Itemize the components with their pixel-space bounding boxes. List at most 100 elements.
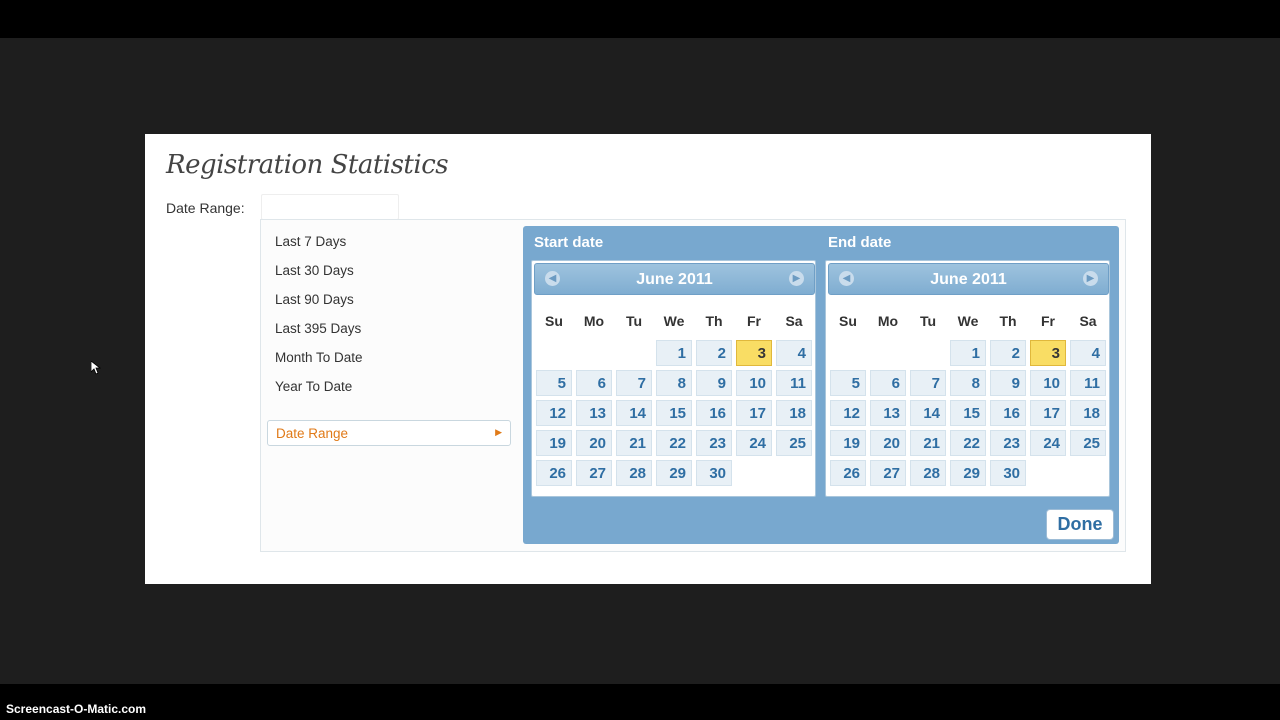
- preset-last-30-days[interactable]: Last 30 Days: [275, 263, 354, 278]
- calendar-day[interactable]: 24: [736, 430, 772, 456]
- weekday-header: We: [663, 313, 685, 329]
- date-range-input[interactable]: [261, 194, 399, 220]
- calendar-day[interactable]: 8: [950, 370, 986, 396]
- chevron-right-icon[interactable]: ▶: [1083, 271, 1098, 286]
- calendar-panel: Start date ◀ June 2011 ▶ Su Mo Tu We Th Fr Sa 1…: [523, 226, 1119, 544]
- start-date-title: Start date: [534, 234, 604, 251]
- weekday-header: Tu: [919, 313, 937, 329]
- calendar-day[interactable]: 20: [576, 430, 612, 456]
- calendar-day[interactable]: 26: [830, 460, 866, 486]
- calendar-day[interactable]: 12: [536, 400, 572, 426]
- video-top-bar: [0, 0, 1280, 38]
- calendar-day[interactable]: 2: [696, 340, 732, 366]
- calendar-day[interactable]: 13: [870, 400, 906, 426]
- calendar-day[interactable]: 18: [776, 400, 812, 426]
- start-calendar-header: ◀ June 2011 ▶: [534, 263, 815, 295]
- calendar-day[interactable]: 30: [696, 460, 732, 486]
- calendar-day[interactable]: 29: [950, 460, 986, 486]
- end-date-title: End date: [828, 234, 892, 251]
- date-range-label: Date Range:: [166, 200, 245, 216]
- weekday-header: We: [957, 313, 979, 329]
- calendar-day[interactable]: 27: [576, 460, 612, 486]
- calendar-day[interactable]: 28: [910, 460, 946, 486]
- calendar-day[interactable]: 22: [656, 430, 692, 456]
- calendar-day[interactable]: 5: [830, 370, 866, 396]
- calendar-day[interactable]: 14: [616, 400, 652, 426]
- calendar-day[interactable]: 16: [990, 400, 1026, 426]
- preset-year-to-date[interactable]: Year To Date: [275, 379, 352, 394]
- calendar-day[interactable]: 18: [1070, 400, 1106, 426]
- calendar-day[interactable]: 15: [950, 400, 986, 426]
- calendar-day[interactable]: 11: [776, 370, 812, 396]
- weekday-header: Sa: [785, 313, 803, 329]
- calendar-day[interactable]: 25: [776, 430, 812, 456]
- preset-date-range-label: Date Range: [276, 426, 349, 441]
- weekday-header: Fr: [747, 313, 761, 329]
- calendar-day[interactable]: 19: [830, 430, 866, 456]
- calendar-day[interactable]: 14: [910, 400, 946, 426]
- mouse-pointer-icon: [91, 361, 101, 375]
- calendar-day[interactable]: 13: [576, 400, 612, 426]
- registration-statistics-card: Registration Statistics Date Range: Last…: [145, 134, 1151, 584]
- calendar-day[interactable]: 6: [576, 370, 612, 396]
- done-button[interactable]: Done: [1046, 509, 1114, 540]
- calendar-day[interactable]: 9: [990, 370, 1026, 396]
- calendar-day[interactable]: 21: [616, 430, 652, 456]
- preset-last-7-days[interactable]: Last 7 Days: [275, 234, 346, 249]
- calendar-day[interactable]: 9: [696, 370, 732, 396]
- end-month-label: June 2011: [930, 271, 1007, 288]
- preset-last-395-days[interactable]: Last 395 Days: [275, 321, 361, 336]
- calendar-day[interactable]: 20: [870, 430, 906, 456]
- calendar-day[interactable]: 6: [870, 370, 906, 396]
- calendar-day[interactable]: 4: [1070, 340, 1106, 366]
- end-calendar-grid: ◀ June 2011 ▶ Su Mo Tu We Th Fr Sa 1 2 3 4 5 6 7 8 9 10 1…: [825, 260, 1110, 497]
- calendar-day[interactable]: 11: [1070, 370, 1106, 396]
- calendar-day[interactable]: 10: [1030, 370, 1066, 396]
- end-date-calendar: End date ◀ June 2011 ▶ Su Mo Tu We Th Fr Sa 1 2 3…: [817, 226, 1110, 506]
- calendar-day[interactable]: 24: [1030, 430, 1066, 456]
- watermark: Screencast-O-Matic.com: [6, 702, 147, 716]
- calendar-day[interactable]: 23: [990, 430, 1026, 456]
- calendar-day[interactable]: 25: [1070, 430, 1106, 456]
- weekday-header: Mo: [877, 313, 899, 329]
- selected-day[interactable]: 3: [1030, 340, 1066, 366]
- weekday-header: Fr: [1041, 313, 1055, 329]
- calendar-day[interactable]: 28: [616, 460, 652, 486]
- weekday-header: Tu: [625, 313, 643, 329]
- page-title: Registration Statistics: [166, 150, 449, 180]
- calendar-day[interactable]: 2: [990, 340, 1026, 366]
- preset-last-90-days[interactable]: Last 90 Days: [275, 292, 354, 307]
- calendar-day[interactable]: 12: [830, 400, 866, 426]
- weekday-header: Sa: [1079, 313, 1097, 329]
- date-range-picker: Last 7 Days Last 30 Days Last 90 Days La…: [260, 219, 1126, 552]
- calendar-day[interactable]: 26: [536, 460, 572, 486]
- calendar-day[interactable]: 27: [870, 460, 906, 486]
- triangle-right-icon: ▶: [495, 427, 502, 437]
- calendar-day[interactable]: 30: [990, 460, 1026, 486]
- calendar-day[interactable]: 7: [616, 370, 652, 396]
- preset-date-range[interactable]: Date Range ▶: [267, 420, 511, 446]
- calendar-day[interactable]: 15: [656, 400, 692, 426]
- calendar-day[interactable]: 10: [736, 370, 772, 396]
- calendar-day[interactable]: 19: [536, 430, 572, 456]
- end-calendar-header: ◀ June 2011 ▶: [828, 263, 1109, 295]
- calendar-day[interactable]: 7: [910, 370, 946, 396]
- chevron-right-icon[interactable]: ▶: [789, 271, 804, 286]
- video-bottom-bar: [0, 684, 1280, 720]
- calendar-day[interactable]: 1: [950, 340, 986, 366]
- calendar-day[interactable]: 29: [656, 460, 692, 486]
- calendar-day[interactable]: 16: [696, 400, 732, 426]
- calendar-day[interactable]: 8: [656, 370, 692, 396]
- calendar-day[interactable]: 1: [656, 340, 692, 366]
- weekday-header: Su: [839, 313, 857, 329]
- calendar-day[interactable]: 23: [696, 430, 732, 456]
- selected-day[interactable]: 3: [736, 340, 772, 366]
- start-calendar-grid: ◀ June 2011 ▶ Su Mo Tu We Th Fr Sa 1 2 3 4 5 6 7 8 9 10 1…: [531, 260, 816, 497]
- calendar-day[interactable]: 17: [1030, 400, 1066, 426]
- preset-month-to-date[interactable]: Month To Date: [275, 350, 363, 365]
- calendar-day[interactable]: 4: [776, 340, 812, 366]
- calendar-day[interactable]: 21: [910, 430, 946, 456]
- calendar-day[interactable]: 17: [736, 400, 772, 426]
- calendar-day[interactable]: 22: [950, 430, 986, 456]
- calendar-day[interactable]: 5: [536, 370, 572, 396]
